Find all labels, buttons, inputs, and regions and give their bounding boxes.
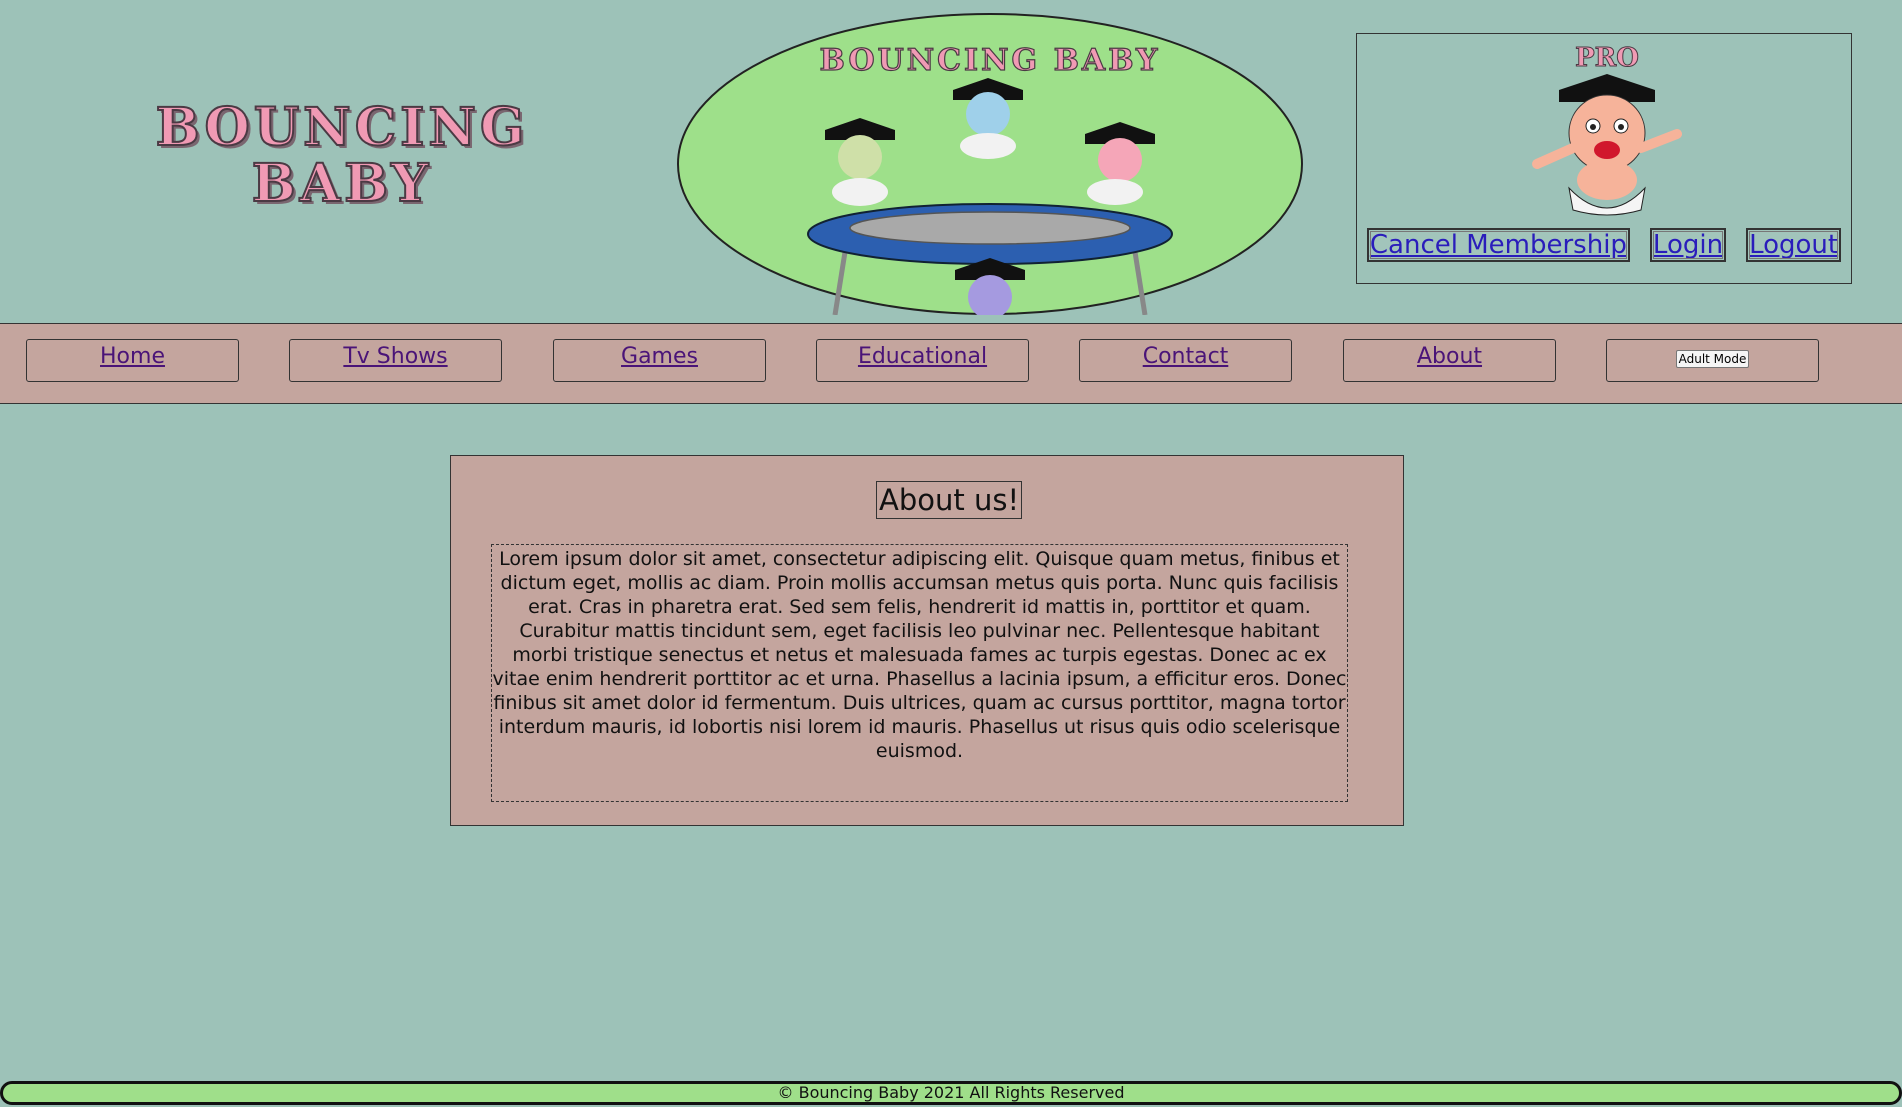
logo-banner-text: BOUNCING BABY — [820, 43, 1161, 78]
page-title: About us! — [876, 481, 1023, 519]
nav-link-contact[interactable]: Contact — [1143, 344, 1229, 369]
nav-item-educational[interactable]: Educational — [816, 339, 1029, 382]
nav-link-home[interactable]: Home — [100, 344, 165, 369]
nav-item-contact[interactable]: Contact — [1079, 339, 1292, 382]
nav-link-tv-shows[interactable]: Tv Shows — [343, 344, 447, 369]
footer: © Bouncing Baby 2021 All Rights Reserved — [0, 1081, 1902, 1105]
adult-mode-button[interactable]: Adult Mode — [1675, 350, 1750, 368]
pro-label: PRO — [1575, 43, 1639, 73]
auth-links: Cancel Membership Login Logout — [1357, 228, 1851, 262]
pro-member-panel: PRO Cancel Membership Login Logout — [1356, 33, 1852, 284]
bouncing-baby-logo: BOUNCING BABY — [677, 13, 1303, 315]
nav-item-adult-mode: Adult Mode — [1606, 339, 1819, 382]
main-navigation: Home Tv Shows Games Educational Contact … — [0, 323, 1902, 404]
nav-link-educational[interactable]: Educational — [858, 344, 987, 369]
nav-item-games[interactable]: Games — [553, 339, 766, 382]
nav-item-about[interactable]: About — [1343, 339, 1556, 382]
nav-link-about[interactable]: About — [1417, 344, 1482, 369]
about-body-text: Lorem ipsum dolor sit amet, consectetur … — [491, 544, 1348, 802]
pro-baby-mascot-icon: PRO — [1532, 43, 1682, 216]
cancel-membership-link[interactable]: Cancel Membership — [1366, 228, 1630, 262]
login-link[interactable]: Login — [1649, 228, 1727, 262]
about-panel: About us! Lorem ipsum dolor sit amet, co… — [450, 455, 1404, 826]
nav-item-tv-shows[interactable]: Tv Shows — [289, 339, 502, 382]
nav-item-home[interactable]: Home — [26, 339, 239, 382]
logout-link[interactable]: Logout — [1746, 228, 1842, 262]
site-title: BOUNCING BABY — [155, 97, 529, 214]
nav-link-games[interactable]: Games — [621, 344, 698, 369]
